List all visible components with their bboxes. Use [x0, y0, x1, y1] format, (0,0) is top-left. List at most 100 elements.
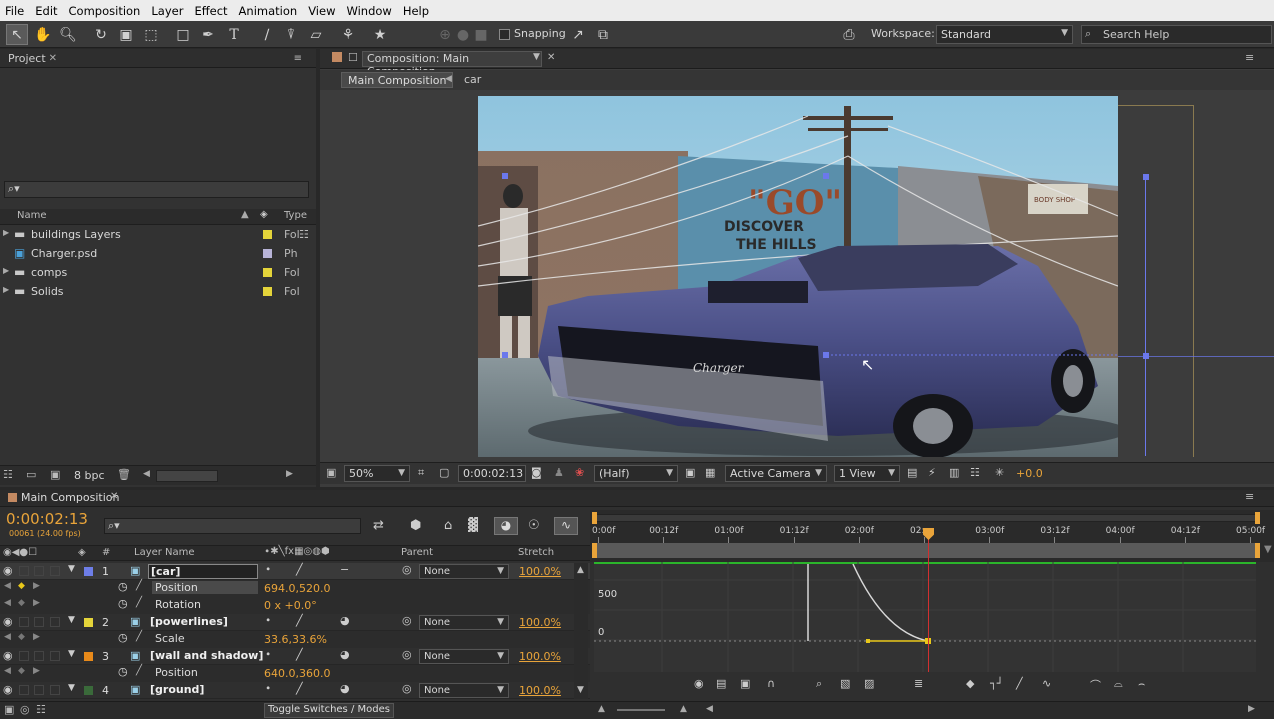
toggle-switches-modes-button[interactable]: Toggle Switches / Modes: [264, 703, 394, 718]
expand-arrow-icon[interactable]: ▶: [3, 285, 9, 294]
modes-toggle-icon[interactable]: ◎: [20, 703, 30, 716]
clone-stamp-tool-icon[interactable]: ⍒: [280, 24, 302, 45]
timeline-current-time[interactable]: 0:00:02:13: [6, 510, 88, 528]
work-area-bar[interactable]: [594, 543, 1259, 558]
graph-toggle-icon[interactable]: ╱: [136, 580, 142, 591]
fit-selection-icon[interactable]: ⌕: [816, 677, 822, 691]
stopwatch-icon[interactable]: ◷: [118, 631, 128, 644]
layer-row[interactable]: ◉ ▼ 2 ▣ [powerlines] ∙ ╱ ◕ ◎ None ▼ 100.0…: [0, 614, 590, 631]
work-area-end[interactable]: [1255, 543, 1260, 558]
snap-feature-icon[interactable]: ↗: [567, 24, 589, 45]
scroll-left-icon[interactable]: ◀: [143, 469, 150, 479]
menu-edit[interactable]: Edit: [30, 4, 63, 18]
layer-label-color[interactable]: [84, 652, 93, 661]
stretch-value[interactable]: 100.0%: [519, 684, 561, 697]
resolution-dropdown[interactable]: (Half) ▼: [594, 465, 678, 482]
graph-options-icon[interactable]: ▤: [716, 677, 726, 690]
graph-toggle-icon[interactable]: ╱: [136, 631, 142, 642]
next-keyframe-icon[interactable]: ▶: [33, 598, 40, 608]
prev-keyframe-icon[interactable]: ◀: [4, 598, 11, 608]
layer-handle[interactable]: [1143, 353, 1149, 359]
graph-editor[interactable]: 500 0: [594, 562, 1256, 672]
separate-dimensions-icon[interactable]: ≣: [914, 677, 923, 690]
sort-up-icon[interactable]: ▲: [241, 209, 249, 220]
project-item[interactable]: ▣ Charger.psd Ph: [0, 245, 316, 262]
lock-toggle[interactable]: [50, 685, 60, 695]
current-time-display[interactable]: 0:00:02:13: [458, 465, 526, 482]
graph-editor-canvas[interactable]: [594, 562, 1256, 672]
parent-dropdown[interactable]: None ▼: [419, 564, 509, 579]
layer-name[interactable]: [powerlines]: [148, 615, 230, 628]
easy-ease-icon[interactable]: ⌒: [1090, 677, 1101, 693]
stretch-value[interactable]: 100.0%: [519, 616, 561, 629]
next-keyframe-icon[interactable]: ▶: [33, 666, 40, 676]
scroll-up-icon[interactable]: ▲: [577, 565, 584, 575]
keyframe-icon[interactable]: ◆: [18, 632, 25, 642]
lock-toggle[interactable]: [50, 617, 60, 627]
keyframe-icon[interactable]: ◆: [18, 666, 25, 676]
new-folder-icon[interactable]: ▭: [26, 468, 36, 481]
property-value[interactable]: 694.0,520.0: [264, 582, 330, 595]
roto-brush-tool-icon[interactable]: ⚘: [337, 24, 359, 45]
scroll-right-icon[interactable]: ▶: [1248, 704, 1255, 714]
property-name[interactable]: Position: [152, 581, 258, 594]
layer-scrollbar[interactable]: ▲ ▼: [574, 563, 588, 699]
label-color-swatch[interactable]: [263, 268, 272, 277]
audio-toggle[interactable]: [19, 685, 29, 695]
layer-row[interactable]: ◉ ▼ 1 ▣ [car] ∙ ╱ − ◎ None ▼ 100.0%: [0, 563, 590, 580]
flowchart-icon[interactable]: ☷: [299, 228, 309, 241]
show-snapshot-icon[interactable]: ♟: [554, 466, 564, 479]
name-column-header[interactable]: Name: [17, 210, 47, 221]
show-properties-icon[interactable]: ◉: [694, 677, 704, 690]
camera-tool-icon[interactable]: ▣: [115, 24, 137, 45]
menu-window[interactable]: Window: [341, 4, 397, 18]
eraser-tool-icon[interactable]: ▱: [305, 24, 327, 45]
panel-menu-icon[interactable]: ≡: [1245, 490, 1254, 503]
property-row[interactable]: ◀ ◆ ▶ ◷ ╱ Position 694.0,520.0: [0, 580, 590, 597]
menu-file[interactable]: File: [0, 4, 30, 18]
property-name[interactable]: Position: [152, 666, 201, 679]
project-tab[interactable]: Project: [0, 50, 54, 67]
quality-switch-icon[interactable]: ╱: [296, 682, 303, 695]
chevron-down-icon[interactable]: ▼: [533, 52, 540, 62]
lock-toggle[interactable]: [50, 566, 60, 576]
new-composition-icon[interactable]: ▣: [50, 468, 60, 481]
scroll-down-icon[interactable]: ▼: [577, 685, 584, 695]
show-transform-box-icon[interactable]: ▣: [740, 677, 750, 690]
safe-margins-icon[interactable]: ⌗: [418, 466, 424, 480]
hold-keyframe-icon[interactable]: ┐┘: [990, 677, 1003, 690]
bpc-label[interactable]: 8 bpc: [74, 469, 105, 482]
time-navigator[interactable]: [594, 514, 1259, 522]
visibility-eye-icon[interactable]: ◉: [3, 615, 13, 628]
scroll-left-icon[interactable]: ◀: [706, 704, 713, 714]
stretch-value[interactable]: 100.0%: [519, 565, 561, 578]
breadcrumb-main-composition[interactable]: Main Composition: [341, 72, 454, 88]
layer-label-color[interactable]: [84, 567, 93, 576]
time-zoom-slider[interactable]: [617, 709, 665, 711]
layer-name-column-header[interactable]: Layer Name: [134, 547, 195, 558]
motion-blur-switch-icon[interactable]: ◕: [340, 648, 350, 661]
close-icon[interactable]: ✕: [547, 52, 555, 63]
reset-exposure-icon[interactable]: ✳: [995, 466, 1004, 479]
property-row[interactable]: ◀ ◆ ▶ ◷ ╱ Scale 33.6,33.6%: [0, 631, 590, 648]
trash-icon[interactable]: 🗑︎: [117, 468, 131, 481]
edit-keyframe-icon[interactable]: ◆: [966, 677, 974, 690]
parent-column-header[interactable]: Parent: [401, 547, 433, 558]
type-tool-icon[interactable]: T: [223, 24, 245, 45]
horizontal-scrollbar[interactable]: [156, 470, 218, 482]
layer-handle[interactable]: [1143, 174, 1149, 180]
motion-blur-switch-icon[interactable]: ◕: [340, 614, 350, 627]
selection-tool-icon[interactable]: ↖: [6, 24, 28, 45]
shy-switch-icon[interactable]: ∙: [265, 649, 271, 660]
visibility-eye-icon[interactable]: ◉: [3, 564, 13, 577]
menu-help[interactable]: Help: [398, 4, 435, 18]
timeline-tab[interactable]: Main Composition: [21, 491, 119, 504]
keyframe-icon[interactable]: ◆: [18, 581, 25, 591]
next-keyframe-icon[interactable]: ▶: [33, 632, 40, 642]
pickwhip-icon[interactable]: ◎: [402, 563, 412, 576]
property-name[interactable]: Scale: [152, 632, 188, 645]
fit-all-graphs-icon[interactable]: ▨: [864, 677, 874, 690]
stretch-value[interactable]: 100.0%: [519, 650, 561, 663]
exposure-value[interactable]: +0.0: [1016, 467, 1043, 480]
easy-ease-in-icon[interactable]: ⌓: [1114, 677, 1123, 691]
